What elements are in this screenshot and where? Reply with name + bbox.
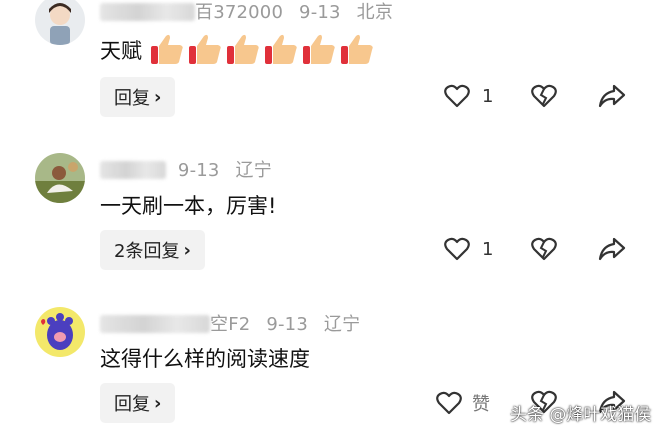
comment-date: 9-13 — [299, 2, 341, 23]
comment-date: 9-13 — [177, 160, 220, 181]
thumbs-up-icon — [150, 34, 183, 64]
comment-location: 辽宁 — [323, 314, 361, 335]
dislike-button[interactable] — [531, 84, 557, 108]
reply-button[interactable]: 回复 › — [100, 77, 176, 117]
avatar[interactable] — [35, 0, 85, 45]
share-button[interactable] — [598, 84, 626, 108]
broken-heart-icon — [531, 84, 557, 108]
share-icon — [598, 84, 626, 108]
like-button[interactable]: 1 — [444, 84, 493, 108]
like-button[interactable]: 1 — [444, 237, 493, 261]
reply-label: 回复 — [114, 394, 150, 415]
heart-icon — [444, 237, 470, 261]
thumbs-up-icon — [340, 34, 373, 64]
comment-meta: 9-13 辽宁 — [100, 156, 272, 182]
dislike-button[interactable] — [531, 237, 557, 261]
thumbs-up-icon — [302, 34, 335, 64]
comment-meta: 百372000 9-13 北京 — [100, 0, 393, 24]
avatar[interactable] — [35, 153, 85, 203]
heart-icon — [436, 391, 462, 415]
like-count: 1 — [482, 238, 494, 260]
broken-heart-icon — [531, 237, 557, 261]
heart-icon — [444, 84, 470, 108]
comment-text-content: 天赋 — [100, 39, 142, 63]
comment-location: 北京 — [356, 2, 394, 23]
reply-label: 2条回复 — [114, 241, 180, 262]
comment-text: 一天刷一本，厉害! — [100, 194, 277, 218]
thumbs-up-icon — [188, 34, 221, 64]
comment-date: 9-13 — [266, 314, 308, 335]
comment-location: 辽宁 — [235, 160, 272, 181]
avatar[interactable] — [35, 307, 85, 357]
like-button[interactable]: 赞 — [436, 390, 490, 416]
blurred-username[interactable] — [100, 315, 210, 333]
reply-label: 回复 — [114, 88, 150, 109]
share-icon — [598, 237, 626, 261]
comment-meta: 空F2 9-13 辽宁 — [100, 310, 360, 336]
username-fragment[interactable]: 空F2 — [210, 314, 250, 335]
like-label: 赞 — [472, 394, 490, 415]
share-button[interactable] — [598, 237, 626, 261]
chevron-right-icon: › — [154, 86, 162, 108]
comment-text: 这得什么样的阅读速度 — [100, 347, 310, 371]
reply-button[interactable]: 回复 › — [100, 383, 176, 423]
chevron-right-icon: › — [154, 392, 162, 414]
like-count: 1 — [482, 85, 494, 107]
reply-button[interactable]: 2条回复 › — [100, 230, 205, 270]
blurred-username[interactable] — [100, 161, 166, 179]
thumbs-up-icon — [226, 34, 259, 64]
blurred-username — [100, 3, 195, 21]
chevron-right-icon: › — [183, 239, 191, 261]
watermark: 头条 @烽叶戏猫侯 — [510, 405, 652, 425]
thumbs-up-emoji-group — [149, 34, 377, 64]
username-fragment[interactable]: 百372000 — [195, 2, 283, 23]
comment-text: 天赋 — [100, 32, 377, 66]
thumbs-up-icon — [264, 34, 297, 64]
